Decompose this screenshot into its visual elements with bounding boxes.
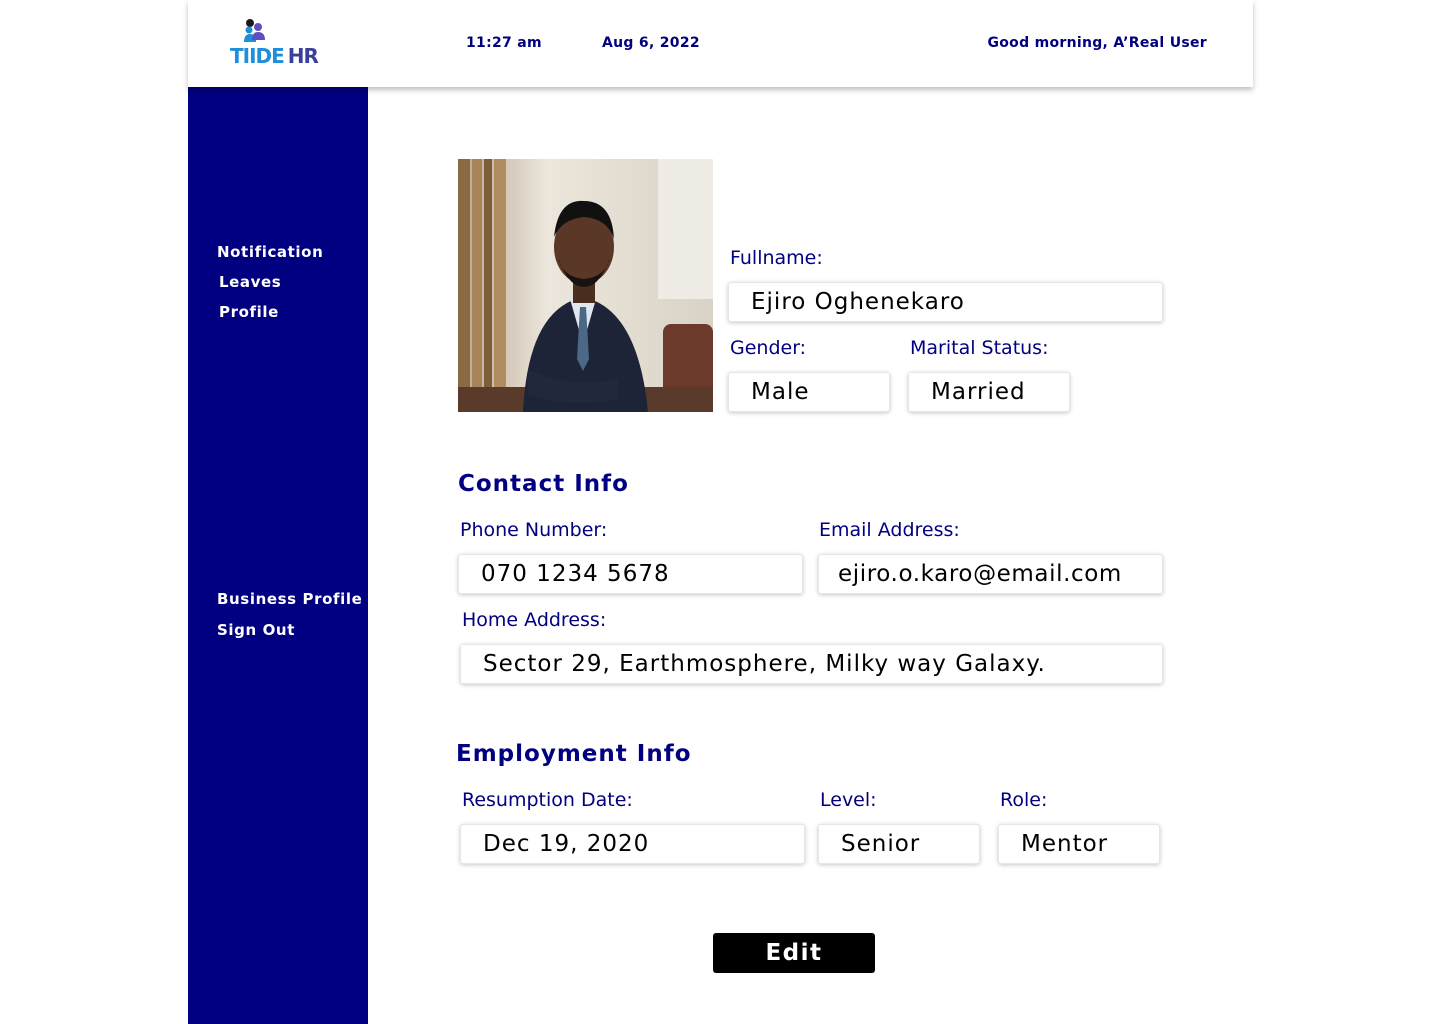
gender-field[interactable]: Male bbox=[728, 372, 890, 412]
contact-info-heading: Contact Info bbox=[458, 471, 629, 497]
logo-text-hr: HR bbox=[287, 44, 319, 68]
phone-number-label: Phone Number: bbox=[460, 519, 608, 541]
resumption-date-label: Resumption Date: bbox=[462, 789, 633, 811]
sidebar: Notification Leaves Profile Business Pro… bbox=[188, 87, 368, 1024]
current-time: 11:27 am bbox=[466, 35, 542, 51]
sidebar-item-notification[interactable]: Notification bbox=[217, 243, 323, 261]
logo-text-tiide: TIIDE bbox=[230, 44, 285, 68]
role-field[interactable]: Mentor bbox=[998, 824, 1160, 864]
sidebar-item-sign-out[interactable]: Sign Out bbox=[217, 621, 295, 639]
gender-label: Gender: bbox=[730, 337, 807, 359]
email-address-label: Email Address: bbox=[819, 519, 960, 541]
role-label: Role: bbox=[1000, 789, 1048, 811]
team-people-icon bbox=[244, 19, 265, 42]
edit-button[interactable]: Edit bbox=[713, 933, 875, 973]
sidebar-item-profile[interactable]: Profile bbox=[219, 303, 279, 321]
resumption-date-field[interactable]: Dec 19, 2020 bbox=[460, 824, 805, 864]
fullname-field[interactable]: Ejiro Oghenekaro bbox=[728, 282, 1163, 322]
sidebar-item-business-profile[interactable]: Business Profile bbox=[217, 590, 362, 608]
marital-status-label: Marital Status: bbox=[910, 337, 1049, 359]
tiide-hr-logo[interactable]: TIIDE HR bbox=[230, 18, 330, 68]
home-address-label: Home Address: bbox=[462, 609, 607, 631]
level-field[interactable]: Senior bbox=[818, 824, 980, 864]
phone-number-field[interactable]: 070 1234 5678 bbox=[458, 554, 803, 594]
home-address-field[interactable]: Sector 29, Earthmosphere, Milky way Gala… bbox=[460, 644, 1163, 684]
level-label: Level: bbox=[820, 789, 877, 811]
profile-photo bbox=[458, 159, 713, 412]
email-address-field[interactable]: ejiro.o.karo@email.com bbox=[818, 554, 1163, 594]
fullname-label: Fullname: bbox=[730, 247, 823, 269]
marital-status-field[interactable]: Married bbox=[908, 372, 1070, 412]
sidebar-item-leaves[interactable]: Leaves bbox=[219, 273, 281, 291]
current-date: Aug 6, 2022 bbox=[602, 35, 700, 51]
greeting: Good morning, A’Real User bbox=[987, 35, 1207, 51]
employment-info-heading: Employment Info bbox=[456, 741, 692, 767]
top-bar: TIIDE HR 11:27 am Aug 6, 2022 Good mornin… bbox=[188, 0, 1253, 87]
